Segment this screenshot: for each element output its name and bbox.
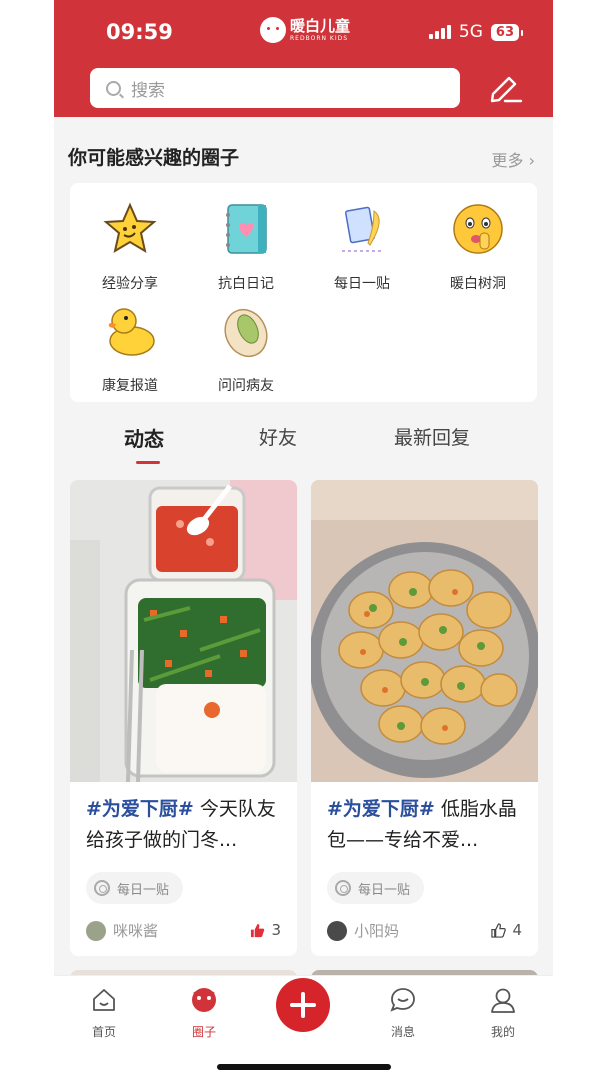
compose-icon[interactable]	[487, 72, 523, 104]
profile-icon	[491, 988, 515, 1013]
tab-latest-replies[interactable]: 最新回复	[394, 423, 470, 450]
nav-label: 我的	[490, 1025, 515, 1039]
logo-name-cn: 暖白儿童	[290, 16, 351, 35]
thumbs-up-icon	[491, 922, 507, 938]
meal-box-photo	[70, 480, 297, 783]
circle-icon	[192, 988, 216, 1012]
shush-emoji-icon	[453, 204, 503, 254]
post-circle-chip[interactable]: 每日一贴	[327, 872, 425, 904]
chip-label: 每日一贴	[358, 882, 411, 898]
status-time: 09:59	[106, 20, 173, 44]
nav-label: 消息	[390, 1025, 415, 1039]
circle-label: 问问病友	[218, 378, 274, 394]
feed-tabs: 动态 好友 最新回复	[54, 423, 553, 468]
nav-profile[interactable]: 我的	[473, 986, 533, 1040]
home-icon	[93, 989, 115, 1011]
pistachio-icon	[224, 308, 268, 358]
circle-item-ask-patients[interactable]: 问问病友	[196, 303, 296, 395]
post-title: #为爱下厨# 低脂水晶包——专给不爱...	[327, 794, 525, 856]
circles-card: 经验分享 抗白日记 每日一贴 暖白树洞 康复报道 问问病友	[70, 183, 537, 402]
bottom-nav: 首页 圈子 消息 我的	[54, 975, 553, 1080]
nav-label: 首页	[91, 1025, 116, 1039]
app-logo: 暖白儿童 REDBORN KIDS	[260, 12, 350, 48]
circle-item-experience[interactable]: 经验分享	[80, 201, 180, 293]
logo-face-icon	[260, 17, 286, 43]
duck-icon	[108, 308, 155, 356]
tab-friends[interactable]: 好友	[259, 423, 297, 450]
paper-feather-icon	[342, 206, 382, 252]
message-icon	[390, 988, 415, 1012]
author-name: 咪咪酱	[113, 922, 159, 940]
post-author[interactable]: 小阳妈	[327, 920, 399, 941]
logo-name-en: REDBORN KIDS	[290, 34, 349, 42]
right-margin	[553, 0, 607, 1080]
circles-section-title: 你可能感兴趣的圈子	[68, 147, 240, 169]
circle-label: 康复报道	[102, 378, 158, 394]
circle-target-icon	[94, 880, 110, 896]
chevron-right-icon: ›	[523, 151, 535, 170]
post-author[interactable]: 咪咪酱	[86, 920, 158, 941]
post-topic-tag[interactable]: #为爱下厨#	[327, 798, 435, 820]
network-type: 5G	[458, 22, 483, 42]
post-circle-chip[interactable]: 每日一贴	[86, 872, 184, 904]
author-name: 小阳妈	[354, 922, 400, 940]
circles-more-link[interactable]: 更多 ›	[492, 147, 536, 171]
search-placeholder: 搜索	[131, 80, 165, 101]
circle-label: 暖白树洞	[450, 276, 506, 292]
thumbs-up-filled-icon	[251, 923, 265, 937]
circle-item-diary[interactable]: 抗白日记	[196, 201, 296, 293]
like-count: 4	[512, 921, 522, 939]
more-label: 更多	[491, 151, 524, 170]
circle-item-tree-hole[interactable]: 暖白树洞	[428, 201, 528, 293]
circle-label: 经验分享	[102, 276, 158, 292]
post-title: #为爱下厨# 今天队友给孩子做的门冬...	[86, 794, 284, 856]
status-indicators: 5G 63	[428, 22, 524, 42]
dumplings-photo	[311, 480, 538, 782]
tab-dynamic[interactable]: 动态	[124, 423, 164, 452]
circle-label: 抗白日记	[218, 276, 274, 292]
avatar	[327, 920, 347, 941]
header: 09:59 暖白儿童 REDBORN KIDS 5G 63 搜索	[54, 0, 553, 117]
signal-icon	[428, 25, 451, 39]
circle-target-icon	[335, 880, 351, 896]
post-card[interactable]: #为爱下厨# 低脂水晶包——专给不爱... 每日一贴 小阳妈 4	[311, 480, 538, 956]
nav-circle[interactable]: 圈子	[174, 986, 234, 1040]
search-icon	[106, 80, 121, 96]
create-post-plus-icon[interactable]	[276, 978, 330, 1032]
nav-home[interactable]: 首页	[74, 986, 134, 1040]
left-margin	[0, 0, 54, 1080]
nav-label: 圈子	[191, 1025, 216, 1039]
circle-label: 每日一贴	[334, 276, 390, 292]
avatar	[86, 920, 106, 941]
tab-active-indicator	[136, 461, 160, 464]
circle-item-recovery[interactable]: 康复报道	[80, 303, 180, 395]
star-face-icon	[103, 202, 157, 254]
chip-label: 每日一贴	[117, 882, 170, 898]
like-count: 3	[271, 921, 281, 939]
post-topic-tag[interactable]: #为爱下厨#	[86, 798, 194, 820]
nav-messages[interactable]: 消息	[373, 986, 433, 1040]
circle-item-daily-post[interactable]: 每日一贴	[312, 201, 412, 293]
like-button[interactable]: 4	[491, 921, 522, 939]
phone-screen: 09:59 暖白儿童 REDBORN KIDS 5G 63 搜索 你可能感兴趣的…	[54, 0, 553, 1080]
home-indicator	[217, 1064, 391, 1070]
post-card[interactable]: #为爱下厨# 今天队友给孩子做的门冬... 每日一贴 咪咪酱 3	[70, 480, 297, 956]
battery-icon: 63	[490, 23, 524, 41]
notebook-heart-icon	[226, 204, 267, 254]
search-input[interactable]: 搜索	[90, 68, 460, 108]
like-button[interactable]: 3	[250, 921, 281, 939]
